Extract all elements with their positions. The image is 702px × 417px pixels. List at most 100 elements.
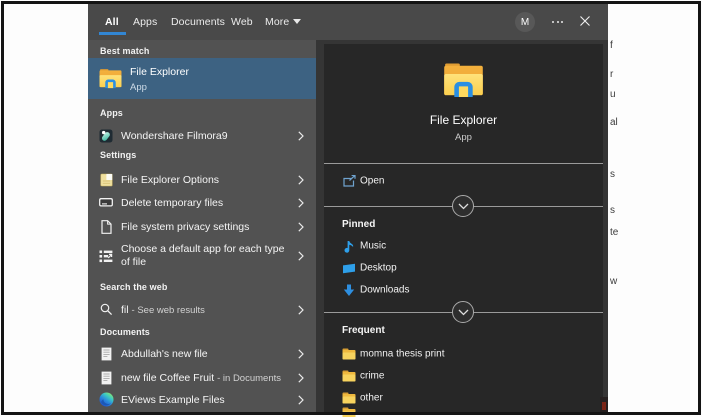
result-label: File system privacy settings [121,221,249,233]
page-text-fragment: f [610,40,613,51]
screenshot-root: f r u al s s te w All Apps Documents Web… [0,0,702,417]
pinned-item-label: Desktop [360,263,397,274]
tab-more[interactable]: More [265,3,289,40]
file-explorer-icon [99,67,122,90]
frequent-item-label: crime [360,371,384,382]
frequent-item-momna-thesis-print[interactable]: momna thesis print [324,343,603,365]
storage-icon [98,195,114,211]
user-avatar[interactable]: M [515,12,535,32]
page-text-fragment: r [610,69,613,80]
text-document-icon [98,346,114,362]
result-label: Wondershare Filmora9 [121,130,228,142]
preview-panel: File Explorer App Open Pinned [324,44,603,414]
folder-icon [342,369,356,383]
chevron-down-icon[interactable] [293,19,301,24]
page-text-fragment: w [610,276,617,287]
chevron-right-icon [298,305,304,315]
result-row-file-explorer-options[interactable]: File Explorer Options [88,168,316,191]
text-document-icon [98,370,114,386]
result-label: fil - See web results [121,304,205,316]
open-label: Open [360,176,384,187]
file-explorer-icon-large [443,63,484,97]
settings-section-header: Settings [100,150,136,160]
chevron-right-icon [298,222,304,232]
tab-apps[interactable]: Apps [133,3,157,40]
divider [324,163,603,164]
documents-section-header: Documents [100,327,150,337]
chevron-right-icon [298,373,304,383]
page-image-sliver [600,397,608,414]
result-row-see-web-results[interactable]: fil - See web results [88,298,316,321]
chevron-down-icon [458,309,469,316]
ellipsis-icon[interactable] [552,21,563,23]
tab-documents[interactable]: Documents [171,3,225,40]
pinned-item-downloads[interactable]: Downloads [324,279,603,301]
pinned-item-music[interactable]: Music [324,235,603,257]
page-text-fragment: s [610,169,615,180]
result-row-wondershare-filmora9[interactable]: Wondershare Filmora9 [88,124,316,147]
folder-icon [342,347,356,361]
downloads-icon [342,283,356,297]
result-row-delete-temporary-files[interactable]: Delete temporary files [88,191,316,214]
search-the-web-section-header: Search the web [100,282,167,292]
search-flyout: All Apps Documents Web More M Best match… [88,3,608,414]
dot [557,21,559,23]
music-icon [342,239,356,253]
chevron-right-icon [298,349,304,359]
expand-pinned-button[interactable] [452,301,474,323]
result-label: Choose a default app for each type of fi… [121,243,289,269]
best-match-subtitle: App [130,82,147,93]
result-row-abdullahs-new-file[interactable]: Abdullah's new file [88,342,316,365]
open-icon [342,174,356,188]
best-match-header: Best match [100,46,150,56]
dot [561,21,563,23]
chevron-down-icon [458,203,469,210]
eviews-icon [98,392,114,408]
result-label: Delete temporary files [121,197,223,209]
frequent-header: Frequent [342,325,385,336]
folder-icon [342,406,356,417]
apps-section-header: Apps [100,108,123,118]
folder-options-icon [98,172,114,188]
expand-actions-button[interactable] [452,195,474,217]
document-outline-icon [98,219,114,235]
chevron-right-icon [298,198,304,208]
frequent-item-crime[interactable]: crime [324,365,603,387]
preview-title: File Explorer [324,113,603,127]
chevron-right-icon [298,395,304,405]
result-label: Abdullah's new file [121,348,208,360]
result-row-new-file-coffee-fruit[interactable]: new file Coffee Fruit - in Documents [88,366,316,389]
chevron-right-icon [298,131,304,141]
page-text-fragment: te [610,227,618,238]
pinned-item-label: Music [360,241,386,252]
filmora-icon [98,128,114,144]
dot [552,21,554,23]
close-icon[interactable] [578,14,592,28]
result-row-file-system-privacy-settings[interactable]: File system privacy settings [88,215,316,238]
frequent-item-partial[interactable] [324,402,603,417]
frequent-item-label: momna thesis print [360,349,444,360]
page-text-fragment: s [610,205,615,216]
search-results-panel: Best match File Explorer App Apps Wonder… [88,40,316,414]
best-match-result[interactable]: File Explorer App [88,58,316,99]
page-text-fragment: u [610,89,616,100]
pinned-item-label: Downloads [360,285,409,296]
open-action[interactable]: Open [324,170,603,192]
pinned-header: Pinned [342,219,375,230]
best-match-title: File Explorer [130,66,189,78]
default-apps-icon [98,248,114,264]
page-text-fragment: al [610,117,618,128]
chevron-right-icon [298,251,304,261]
search-icon [98,302,114,318]
result-label: EViews Example Files [121,394,225,406]
result-row-choose-default-app[interactable]: Choose a default app for each type of fi… [88,238,316,274]
search-filter-bar: All Apps Documents Web More M [88,3,608,40]
active-tab-indicator [99,32,126,35]
result-row-eviews-example-files[interactable]: EViews Example Files [88,388,316,411]
pinned-item-desktop[interactable]: Desktop [324,257,603,279]
preview-subtitle: App [324,132,603,143]
desktop-icon [342,261,356,275]
chevron-right-icon [298,175,304,185]
result-label: new file Coffee Fruit - in Documents [121,372,281,384]
tab-web[interactable]: Web [231,3,253,40]
